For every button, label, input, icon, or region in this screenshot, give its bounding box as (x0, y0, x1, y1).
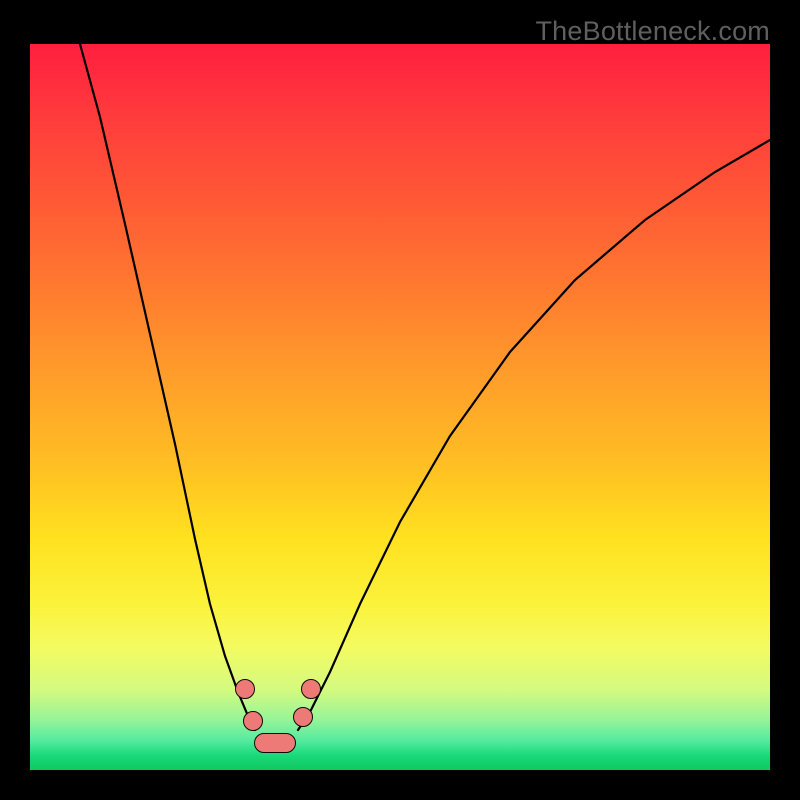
marker-left-upper (235, 679, 255, 699)
marker-left-lower (243, 711, 263, 731)
curve-layer (30, 44, 770, 770)
curve-right (298, 140, 770, 730)
marker-bottom-bar (254, 733, 296, 753)
plot-area (30, 44, 770, 770)
curve-left (80, 44, 255, 730)
watermark-text: TheBottleneck.com (535, 16, 770, 47)
marker-right-upper (301, 679, 321, 699)
marker-right-lower (293, 707, 313, 727)
chart-frame: TheBottleneck.com (0, 0, 800, 800)
